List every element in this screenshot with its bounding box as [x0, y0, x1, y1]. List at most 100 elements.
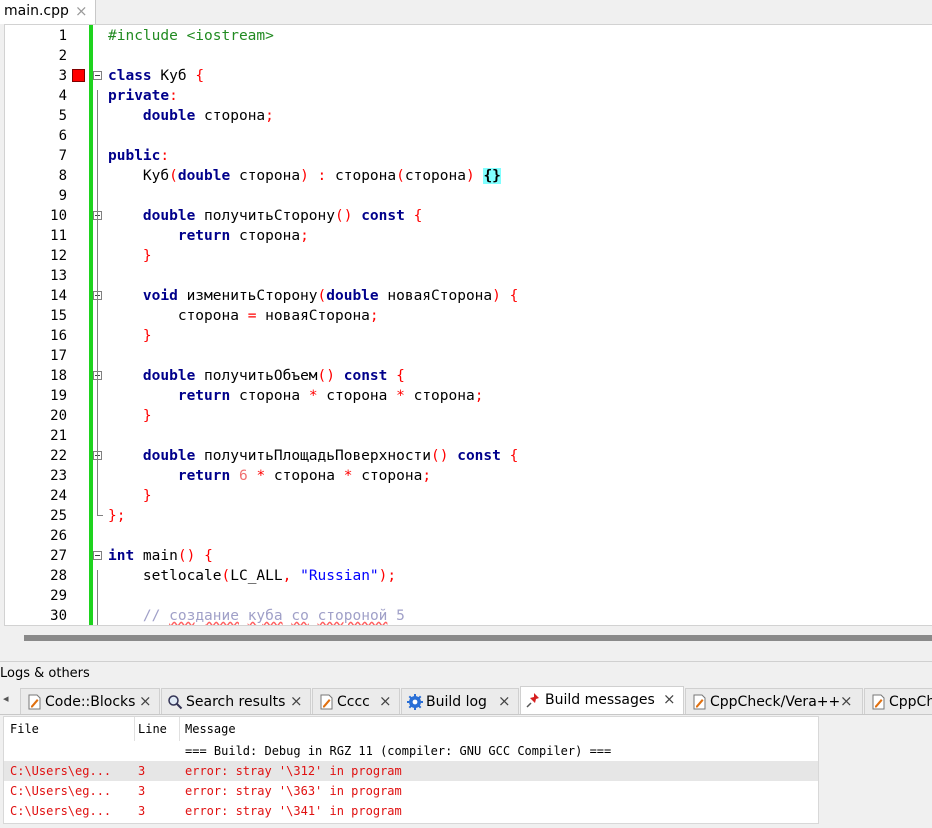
fold-guide-main [97, 570, 98, 625]
scrollbar-thumb[interactable] [24, 635, 932, 641]
cell-message: error: stray '\312' in program [185, 764, 402, 778]
code-line[interactable]: 13 [5, 266, 932, 286]
code-line[interactable]: 19 return сторона * сторона * сторона; [5, 386, 932, 406]
tab-main-cpp[interactable]: main.cpp × [0, 0, 96, 24]
cell-message: error: stray '\363' in program [185, 784, 402, 798]
code-text[interactable]: double получитьОбъем() const { [108, 366, 405, 386]
code-text[interactable]: setlocale(LC_ALL, "Russian"); [108, 566, 396, 586]
line-number: 21 [50, 428, 67, 444]
line-number: 18 [50, 368, 67, 384]
table-row[interactable]: C:\Users\eg... 3 error: stray '\312' in pr… [4, 761, 818, 781]
logs-panel-title: Logs & others [0, 661, 932, 686]
close-icon[interactable]: × [290, 692, 303, 710]
list-header: File Line Message [4, 717, 818, 741]
close-icon[interactable]: × [840, 692, 853, 710]
code-text[interactable]: } [108, 246, 152, 266]
tab-codeblocks[interactable]: Code::Blocks × [20, 688, 160, 714]
code-line[interactable]: 27 int main() { [5, 546, 932, 566]
code-text[interactable]: int main() { [108, 546, 213, 566]
close-icon[interactable]: × [139, 692, 152, 710]
column-header-file[interactable]: File [10, 719, 39, 739]
fold-toggle-icon[interactable] [93, 71, 102, 80]
code-text[interactable]: double сторона; [108, 106, 274, 126]
close-icon[interactable]: × [379, 692, 392, 710]
code-line[interactable]: 2 [5, 46, 932, 66]
code-line[interactable]: 24 } [5, 486, 932, 506]
tab-cppcheck[interactable]: CppCh [864, 688, 932, 714]
tab-build-log[interactable]: Build log × [401, 688, 519, 714]
code-text[interactable]: void изменитьСторону(double новаяСторона… [108, 286, 518, 306]
horizontal-scrollbar[interactable] [4, 626, 932, 646]
code-text[interactable]: } [108, 486, 152, 506]
page-icon [320, 694, 333, 710]
code-text[interactable]: Куб(double сторона) : сторона(сторона) {… [108, 166, 501, 186]
code-line[interactable]: 1 #include <iostream> [5, 26, 932, 46]
column-header-message[interactable]: Message [185, 719, 236, 739]
line-number: 19 [50, 388, 67, 404]
code-text[interactable]: private: [108, 86, 178, 106]
cell-message: error: stray '\341' in program [185, 804, 402, 818]
tab-build-messages[interactable]: Build messages × [520, 686, 684, 714]
code-line[interactable]: 6 [5, 126, 932, 146]
line-number: 25 [50, 508, 67, 524]
line-number: 17 [50, 348, 67, 364]
tab-search-results[interactable]: Search results × [161, 688, 311, 714]
code-text[interactable]: } [108, 326, 152, 346]
line-number: 16 [50, 328, 67, 344]
cell-line: 3 [138, 764, 146, 778]
line-number: 20 [50, 408, 67, 424]
code-line[interactable]: 15 сторона = новаяСторона; [5, 306, 932, 326]
code-text[interactable]: class Куб { [108, 66, 204, 86]
code-text[interactable]: сторона = новаяСторона; [108, 306, 379, 326]
code-line[interactable]: 7 public: [5, 146, 932, 166]
line-number: 10 [50, 208, 67, 224]
code-line[interactable]: 10 double получитьСторону() const { [5, 206, 932, 226]
code-line[interactable]: 26 [5, 526, 932, 546]
code-line[interactable]: 23 return 6 * сторона * сторона; [5, 466, 932, 486]
tab-cppcheck-vera[interactable]: CppCheck/Vera++ × [685, 688, 863, 714]
code-text[interactable]: }; [108, 506, 125, 526]
code-line[interactable]: 28 setlocale(LC_ALL, "Russian"); [5, 566, 932, 586]
code-line[interactable]: 9 [5, 186, 932, 206]
line-number: 9 [58, 188, 67, 204]
code-line[interactable]: 21 [5, 426, 932, 446]
fold-toggle-icon[interactable] [93, 551, 102, 560]
breakpoint-icon[interactable] [72, 69, 85, 82]
code-text[interactable]: #include <iostream> [108, 26, 274, 46]
code-line[interactable]: 12 } [5, 246, 932, 266]
line-number: 7 [58, 148, 67, 164]
code-line[interactable]: 8 Куб(double сторона) : сторона(сторона)… [5, 166, 932, 186]
code-line[interactable]: 5 double сторона; [5, 106, 932, 126]
tab-close-icon[interactable]: × [75, 2, 88, 20]
close-icon[interactable]: × [498, 692, 511, 710]
table-row[interactable]: C:\Users\eg... 3 error: stray '\341' in pr… [4, 801, 818, 821]
code-text[interactable]: double получитьПлощадьПоверхности() cons… [108, 446, 518, 466]
tab-cccc[interactable]: Cccc × [312, 688, 400, 714]
code-text[interactable]: } [108, 406, 152, 426]
code-line[interactable]: 3 class Куб { [5, 66, 932, 86]
table-row[interactable]: C:\Users\eg... 3 error: stray '\363' in pr… [4, 781, 818, 801]
code-line[interactable]: 22 double получитьПлощадьПоверхности() c… [5, 446, 932, 466]
code-line[interactable]: 16 } [5, 326, 932, 346]
code-line[interactable]: 30 // создание куба со стороной 5 [5, 606, 932, 625]
code-line[interactable]: 29 [5, 586, 932, 606]
code-line[interactable]: 11 return сторона; [5, 226, 932, 246]
code-text[interactable]: // создание куба со стороной 5 [108, 606, 405, 625]
build-messages-list[interactable]: File Line Message === Build: Debug in RG… [3, 716, 819, 824]
code-line[interactable]: 17 [5, 346, 932, 366]
code-line[interactable]: 14 void изменитьСторону(double новаяСтор… [5, 286, 932, 306]
code-line[interactable]: 4 private: [5, 86, 932, 106]
code-text[interactable]: double получитьСторону() const { [108, 206, 422, 226]
code-line[interactable]: 25}; [5, 506, 932, 526]
column-header-line[interactable]: Line [138, 719, 167, 739]
code-line[interactable]: 18 double получитьОбъем() const { [5, 366, 932, 386]
code-text[interactable]: return сторона * сторона * сторона; [108, 386, 484, 406]
code-text[interactable]: return сторона; [108, 226, 309, 246]
code-text[interactable]: public: [108, 146, 169, 166]
close-icon[interactable]: × [663, 690, 676, 708]
table-row[interactable]: === Build: Debug in RGZ 11 (compiler: GN… [4, 741, 818, 761]
code-text[interactable]: return 6 * сторона * сторона; [108, 466, 431, 486]
tab-scroll-left-icon[interactable]: ◂ [3, 692, 9, 705]
code-line[interactable]: 20 } [5, 406, 932, 426]
code-editor[interactable]: 1 #include <iostream> 2 3 class Куб {4 privat… [4, 24, 932, 626]
